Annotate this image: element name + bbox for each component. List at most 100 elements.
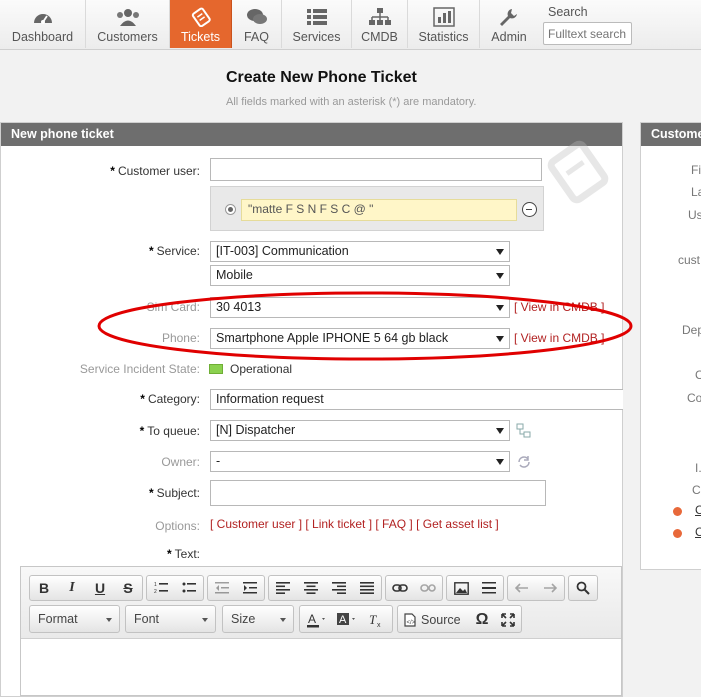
customer-user-label: * Customer user: [110, 164, 200, 178]
font-dropdown[interactable]: Font [125, 605, 216, 633]
side-label: I. [695, 461, 701, 475]
chevron-down-icon [280, 618, 286, 622]
queue-select[interactable]: [N] Dispatcher [210, 420, 510, 441]
svg-text:2: 2 [154, 589, 157, 595]
align-left-icon[interactable] [271, 576, 295, 600]
remove-format-icon[interactable]: Tx [364, 608, 388, 632]
bulleted-list-icon[interactable] [177, 576, 201, 600]
indent-icon[interactable] [238, 576, 262, 600]
service-select[interactable]: [IT-003] Communication [210, 241, 510, 262]
outdent-icon[interactable] [210, 576, 234, 600]
bullet-icon [673, 507, 682, 516]
link-icon[interactable] [388, 576, 412, 600]
side-link[interactable]: C [695, 503, 701, 517]
nav-admin[interactable]: Admin [480, 0, 538, 48]
side-label: C [692, 483, 701, 497]
incident-state-value: Operational [230, 362, 293, 376]
maximize-icon[interactable] [496, 608, 520, 632]
owner-select[interactable]: - [210, 451, 510, 472]
strike-button[interactable]: S [116, 576, 140, 600]
side-label: Fi [691, 163, 701, 177]
size-dropdown[interactable]: Size [222, 605, 294, 633]
rich-text-editor[interactable]: B I U S 12 Format Font Size A A T x </> … [20, 566, 622, 696]
editor-content-area[interactable] [21, 639, 621, 695]
fulltext-search-input[interactable] [543, 22, 632, 45]
align-justify-icon[interactable] [355, 576, 379, 600]
nav-faq[interactable]: FAQ [232, 0, 282, 48]
svg-text:T: T [369, 612, 377, 627]
text-color-icon[interactable]: A [304, 608, 332, 632]
sim-card-value: 30 4013 [216, 300, 262, 314]
redo-icon[interactable] [538, 576, 562, 600]
side-link[interactable]: C [695, 525, 701, 539]
phone-select[interactable]: Smartphone Apple IPHONE 5 64 gb black [210, 328, 510, 349]
subservice-select[interactable]: Mobile [210, 265, 510, 286]
queue-tree-icon[interactable] [516, 423, 532, 439]
subject-input[interactable] [210, 480, 546, 506]
underline-button[interactable]: U [88, 576, 112, 600]
customers-icon [115, 6, 141, 28]
source-button[interactable]: </> Source [404, 608, 474, 632]
statistics-icon [432, 6, 455, 28]
sim-card-view-in-cmdb-link[interactable]: [ View in CMDB ] [514, 300, 604, 314]
queue-value: [N] Dispatcher [216, 423, 296, 437]
tickets-icon [190, 6, 212, 28]
align-center-icon[interactable] [299, 576, 323, 600]
nav-cmdb[interactable]: CMDB [352, 0, 408, 48]
remove-customer-icon[interactable] [522, 202, 537, 217]
italic-button[interactable]: I [60, 576, 84, 600]
customer-radio[interactable] [225, 204, 236, 215]
font-label: Font [134, 612, 160, 626]
format-dropdown[interactable]: Format [29, 605, 120, 633]
dashboard-icon [32, 6, 54, 28]
panel-header: New phone ticket [1, 123, 622, 146]
image-icon[interactable] [449, 576, 473, 600]
bold-button[interactable]: B [32, 576, 56, 600]
nav-statistics[interactable]: Statistics [408, 0, 480, 48]
wrench-icon [498, 6, 520, 28]
nav-services[interactable]: Services [282, 0, 352, 48]
nav-customers[interactable]: Customers [86, 0, 170, 48]
special-char-icon[interactable]: Ω [470, 608, 494, 632]
svg-text:1: 1 [154, 582, 157, 588]
category-input[interactable]: Information request [210, 389, 623, 410]
background-color-icon[interactable]: A [334, 608, 362, 632]
color-group: A A Tx [299, 605, 393, 633]
options-links[interactable]: [ Customer user ] [ Link ticket ] [ FAQ … [210, 517, 499, 531]
align-group [268, 575, 382, 601]
chevron-down-icon [496, 336, 504, 342]
nav-dashboard[interactable]: Dashboard [0, 0, 86, 48]
options-label: Options: [155, 519, 200, 533]
chevron-down-icon [202, 618, 208, 622]
find-group [568, 575, 598, 601]
find-icon[interactable] [571, 576, 595, 600]
customer-information-panel: Customer Information Fi La Us cust Dep C… [640, 122, 701, 570]
svg-text:x: x [377, 622, 381, 628]
horizontal-rule-icon[interactable] [477, 576, 501, 600]
align-right-icon[interactable] [327, 576, 351, 600]
phone-view-in-cmdb-link[interactable]: [ View in CMDB ] [514, 331, 604, 345]
selected-customer-chip: "matte F S N F S C @ " [241, 199, 517, 221]
size-label: Size [231, 612, 256, 626]
chevron-down-icon [496, 305, 504, 311]
nav-services-label: Services [292, 30, 341, 44]
queue-label: * To queue: [139, 424, 200, 438]
svg-text:A: A [308, 612, 316, 626]
owner-label: Owner: [161, 455, 200, 469]
chevron-down-icon [496, 428, 504, 434]
list-group: 12 [146, 575, 204, 601]
ticket-watermark-icon [547, 140, 609, 204]
unlink-icon[interactable] [416, 576, 440, 600]
side-panel-header: Customer Information [641, 123, 701, 146]
numbered-list-icon[interactable]: 12 [149, 576, 173, 600]
faq-icon [246, 6, 268, 28]
refresh-icon[interactable] [516, 454, 532, 470]
chevron-down-icon [496, 459, 504, 465]
phone-value: Smartphone Apple IPHONE 5 64 gb black [216, 331, 449, 345]
sim-card-select[interactable]: 30 4013 [210, 297, 510, 318]
customer-user-input[interactable] [210, 158, 542, 181]
source-group: </> Source Ω [397, 605, 522, 633]
undo-icon[interactable] [510, 576, 534, 600]
page-title: Create New Phone Ticket [226, 69, 417, 86]
nav-tickets[interactable]: Tickets [170, 0, 232, 48]
